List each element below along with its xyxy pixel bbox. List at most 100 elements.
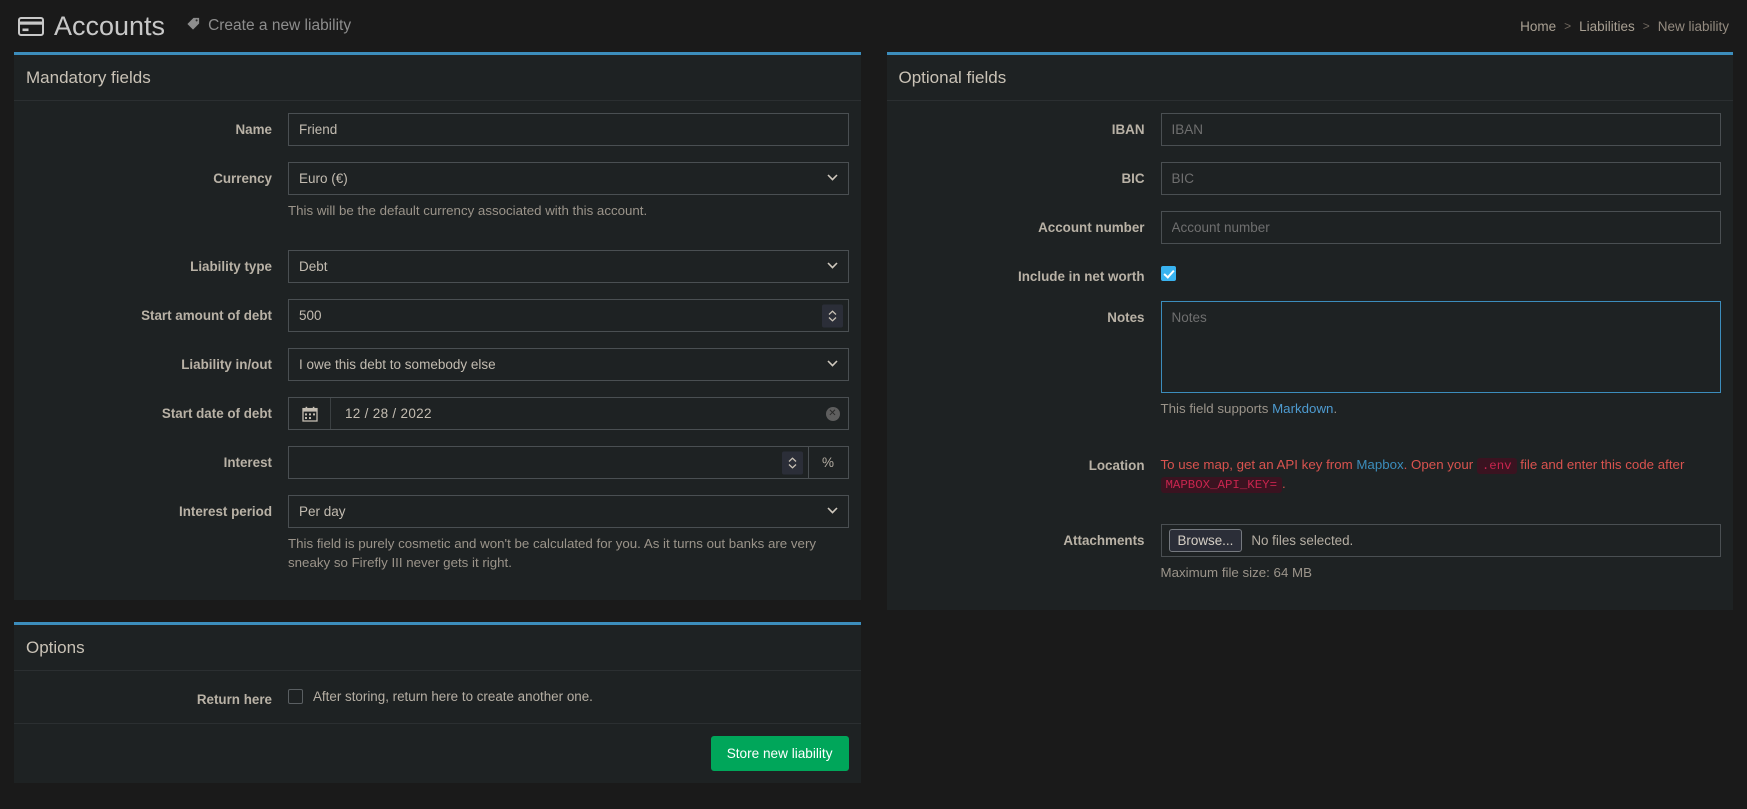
form-group-return-here: Return here After storing, return here t…: [26, 683, 849, 708]
iban-label: IBAN: [1111, 122, 1145, 137]
form-group-name: Name: [26, 113, 849, 146]
env-code-1: .env: [1476, 457, 1517, 474]
breadcrumb: Home > Liabilities > New liability: [1520, 19, 1729, 34]
form-group-currency: Currency This will be the default curren…: [26, 162, 849, 234]
location-text-1: To use map, get an API key from: [1160, 456, 1357, 472]
breadcrumb-home[interactable]: Home: [1520, 19, 1556, 34]
notes-control: This field supports Markdown.: [1160, 301, 1722, 432]
number-stepper-icon[interactable]: [781, 451, 803, 475]
interest-period-select-wrapper[interactable]: [288, 495, 849, 529]
account-number-input[interactable]: [1160, 211, 1721, 244]
name-control: [288, 113, 849, 146]
liability-inout-label: Liability in/out: [181, 357, 272, 373]
clear-circle-icon: ✕: [825, 406, 840, 421]
include-net-worth-label: Include in net worth: [1018, 269, 1145, 284]
location-control: To use map, get an API key from Mapbox. …: [1160, 449, 1722, 509]
location-help: To use map, get an API key from Mapbox. …: [1160, 456, 1722, 495]
interest-input[interactable]: [288, 446, 809, 480]
breadcrumb-liabilities[interactable]: Liabilities: [1579, 19, 1635, 34]
liability-type-select[interactable]: [288, 250, 849, 284]
interest-input-group: %: [288, 446, 849, 480]
form-group-include-net-worth: Include in net worth: [899, 260, 1722, 285]
bic-control: [1160, 162, 1721, 195]
calendar-icon[interactable]: [289, 398, 331, 430]
location-label: Location: [1088, 457, 1145, 473]
currency-control: This will be the default currency associ…: [288, 162, 849, 234]
currency-select-wrapper[interactable]: [288, 162, 849, 195]
start-amount-label: Start amount of debt: [141, 308, 272, 324]
content-header: Accounts Create a new liability Home > L…: [0, 0, 1747, 52]
start-date-label: Start date of debt: [161, 406, 272, 422]
start-amount-input[interactable]: [288, 299, 849, 333]
notes-textarea[interactable]: [1160, 301, 1721, 394]
form-group-start-date: Start date of debt 12 / 28 / 2022 ✕: [26, 397, 849, 431]
return-here-checkbox[interactable]: [288, 689, 303, 705]
options-footer: Store new liability: [14, 722, 861, 783]
form-group-bic: BIC: [899, 162, 1721, 195]
breadcrumb-separator-icon: >: [1642, 19, 1650, 33]
notes-label: Notes: [1107, 310, 1145, 326]
liability-type-select-wrapper[interactable]: [288, 250, 849, 284]
attachments-label: Attachments: [1063, 533, 1145, 549]
account-number-control: [1160, 211, 1721, 244]
attachments-file-input[interactable]: Browse... No files selected.: [1160, 524, 1721, 558]
start-date-value[interactable]: 12 / 28 / 2022: [331, 406, 818, 421]
optional-fields-title: Optional fields: [898, 68, 1007, 87]
liability-inout-select[interactable]: [288, 348, 849, 382]
tag-icon: [186, 16, 201, 36]
mandatory-fields-title: Mandatory fields: [26, 68, 151, 87]
interest-period-control: This field is purely cosmetic and won't …: [288, 495, 849, 586]
return-here-checkbox-line: After storing, return here to create ano…: [288, 683, 849, 705]
file-status-text: No files selected.: [1251, 533, 1354, 549]
currency-help: This will be the default currency associ…: [288, 203, 648, 218]
mapbox-link[interactable]: Mapbox: [1356, 457, 1403, 472]
bic-label: BIC: [1121, 171, 1145, 186]
number-stepper-icon[interactable]: [821, 304, 843, 328]
page-title: Accounts Create a new liability: [18, 11, 351, 42]
options-body: Return here After storing, return here t…: [14, 671, 861, 722]
form-group-attachments: Attachments Browse... No files selected.…: [899, 524, 1721, 596]
left-column: Mandatory fields Name Currency: [14, 52, 861, 805]
optional-fields-body: IBAN BIC Account number: [887, 101, 1734, 610]
form-group-iban: IBAN: [899, 113, 1721, 146]
notes-help: This field supports Markdown.: [1161, 400, 1722, 419]
attachments-help: Maximum file size: 64 MB: [1160, 565, 1312, 581]
clear-date-button[interactable]: ✕: [818, 406, 848, 421]
markdown-link[interactable]: Markdown: [1272, 401, 1333, 416]
include-net-worth-checkbox[interactable]: [1160, 266, 1176, 281]
location-text-2: . Open your: [1403, 456, 1477, 472]
interest-label: Interest: [223, 455, 272, 471]
interest-period-help: This field is purely cosmetic and won't …: [288, 536, 817, 571]
interest-percent-addon: %: [808, 446, 849, 480]
liability-type-label: Liability type: [190, 259, 272, 275]
currency-select[interactable]: [288, 162, 849, 195]
form-group-liability-inout: Liability in/out: [26, 348, 849, 382]
browse-button[interactable]: Browse...: [1168, 528, 1243, 553]
optional-fields-box: Optional fields IBAN BIC: [886, 52, 1734, 611]
iban-input[interactable]: [1160, 113, 1721, 146]
options-header: Options: [14, 625, 861, 672]
account-number-label: Account number: [1038, 220, 1145, 235]
form-group-start-amount: Start amount of debt: [26, 299, 849, 333]
start-date-input[interactable]: 12 / 28 / 2022 ✕: [288, 397, 849, 431]
interest-number-wrapper: [288, 446, 809, 480]
form-group-notes: Notes This field supports Markdown.: [899, 301, 1722, 432]
interest-control: %: [288, 446, 849, 480]
main-row: Mandatory fields Name Currency: [0, 52, 1747, 805]
page-root: Accounts Create a new liability Home > L…: [0, 0, 1747, 809]
include-net-worth-checkbox-line: [1160, 260, 1722, 281]
options-box: Options Return here After storing, retur…: [14, 622, 861, 783]
store-new-liability-button[interactable]: Store new liability: [710, 735, 849, 771]
interest-period-label: Interest period: [178, 504, 272, 520]
liability-inout-select-wrapper[interactable]: [288, 348, 849, 382]
breadcrumb-separator-icon: >: [1564, 19, 1572, 33]
form-group-interest: Interest %: [26, 446, 849, 480]
interest-period-select[interactable]: [288, 495, 849, 529]
start-amount-control: [288, 299, 849, 333]
location-text-3: file and enter this code after: [1516, 456, 1685, 472]
bic-input[interactable]: [1160, 162, 1721, 195]
start-amount-number-wrapper: [288, 299, 849, 333]
attachments-control: Browse... No files selected. Maximum fil…: [1160, 524, 1721, 596]
form-group-liability-type: Liability type: [26, 250, 849, 284]
name-input[interactable]: [288, 113, 849, 146]
